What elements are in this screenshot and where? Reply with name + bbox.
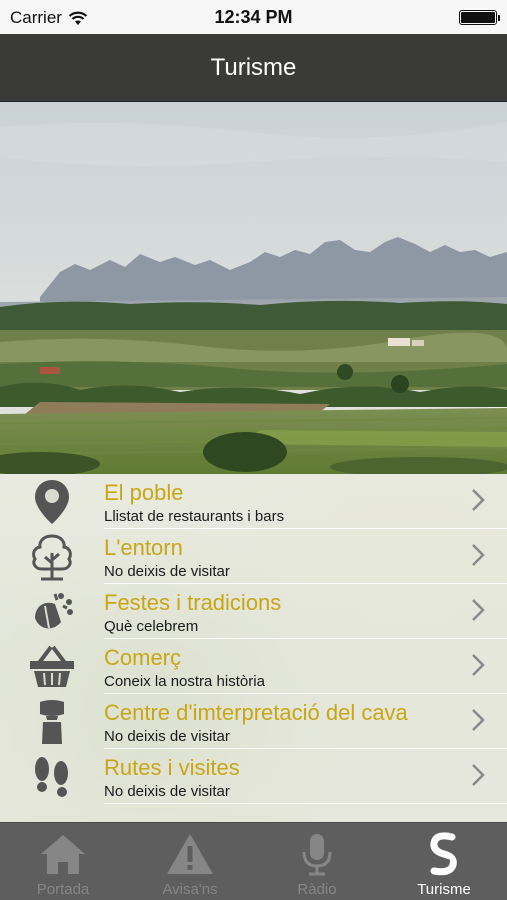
menu-item-comerc[interactable]: Comerç Coneix la nostra història bbox=[0, 639, 507, 694]
page-title: Turisme bbox=[210, 54, 297, 81]
menu-item-title: Centre d'imterpretació del cava bbox=[104, 700, 408, 725]
tab-label: Avisa'ns bbox=[162, 881, 218, 898]
chevron-right-icon bbox=[472, 764, 485, 786]
tab-portada[interactable]: Portada bbox=[0, 823, 126, 900]
divider bbox=[104, 803, 507, 804]
menu-item-subtitle: Què celebrem bbox=[104, 618, 199, 635]
chevron-right-icon bbox=[472, 489, 485, 511]
menu-item-title: El poble bbox=[104, 480, 184, 505]
status-bar: Carrier 12:34 PM bbox=[0, 0, 507, 34]
menu-item-title: Rutes i visites bbox=[104, 755, 240, 780]
warning-icon bbox=[127, 829, 253, 879]
microphone-icon bbox=[254, 829, 380, 879]
chevron-right-icon bbox=[472, 654, 485, 676]
hero-landscape-image bbox=[0, 102, 507, 474]
home-icon bbox=[0, 829, 126, 879]
shopping-basket-icon bbox=[24, 642, 80, 692]
menu-item-el-poble[interactable]: El poble Llistat de restaurants i bars bbox=[0, 474, 507, 529]
menu-item-festes-i-tradicions[interactable]: Festes i tradicions Què celebrem bbox=[0, 584, 507, 639]
menu-item-subtitle: Coneix la nostra història bbox=[104, 673, 265, 690]
chevron-right-icon bbox=[472, 709, 485, 731]
tab-label: Ràdio bbox=[297, 881, 337, 898]
menu-item-subtitle: No deixis de visitar bbox=[104, 563, 230, 580]
navigation-bar: Turisme bbox=[0, 34, 507, 102]
status-time: 12:34 PM bbox=[214, 7, 293, 27]
tab-radio[interactable]: Ràdio bbox=[254, 823, 380, 900]
chevron-right-icon bbox=[472, 599, 485, 621]
menu-item-title: Comerç bbox=[104, 645, 182, 670]
tree-icon bbox=[24, 532, 80, 582]
battery-icon bbox=[459, 10, 500, 25]
menu-item-subtitle: No deixis de visitar bbox=[104, 783, 230, 800]
menu-item-rutes-i-visites[interactable]: Rutes i visites No deixis de visitar bbox=[0, 749, 507, 804]
turisme-logo-icon bbox=[381, 829, 507, 879]
menu-item-subtitle: Llistat de restaurants i bars bbox=[104, 508, 285, 525]
tab-label: Portada bbox=[36, 881, 90, 898]
footprints-icon bbox=[24, 752, 80, 802]
tab-bar: Portada Avisa'ns Ràdio Turisme bbox=[0, 822, 507, 900]
map-pin-icon bbox=[24, 477, 80, 527]
tab-turisme[interactable]: Turisme bbox=[381, 823, 507, 900]
menu-item-title: L'entorn bbox=[104, 535, 183, 560]
tourism-menu-list: El poble Llistat de restaurants i bars L… bbox=[0, 474, 507, 822]
chevron-right-icon bbox=[472, 544, 485, 566]
menu-item-lentorn[interactable]: L'entorn No deixis de visitar bbox=[0, 529, 507, 584]
menu-item-centre-interpretacio-cava[interactable]: Centre d'imterpretació del cava No deixi… bbox=[0, 694, 507, 749]
menu-item-title: Festes i tradicions bbox=[104, 590, 282, 615]
menu-item-subtitle: No deixis de visitar bbox=[104, 728, 230, 745]
tab-label: Turisme bbox=[417, 881, 471, 898]
celebration-icon bbox=[24, 587, 80, 637]
tab-avisans[interactable]: Avisa'ns bbox=[127, 823, 253, 900]
cava-cork-icon bbox=[24, 697, 80, 747]
